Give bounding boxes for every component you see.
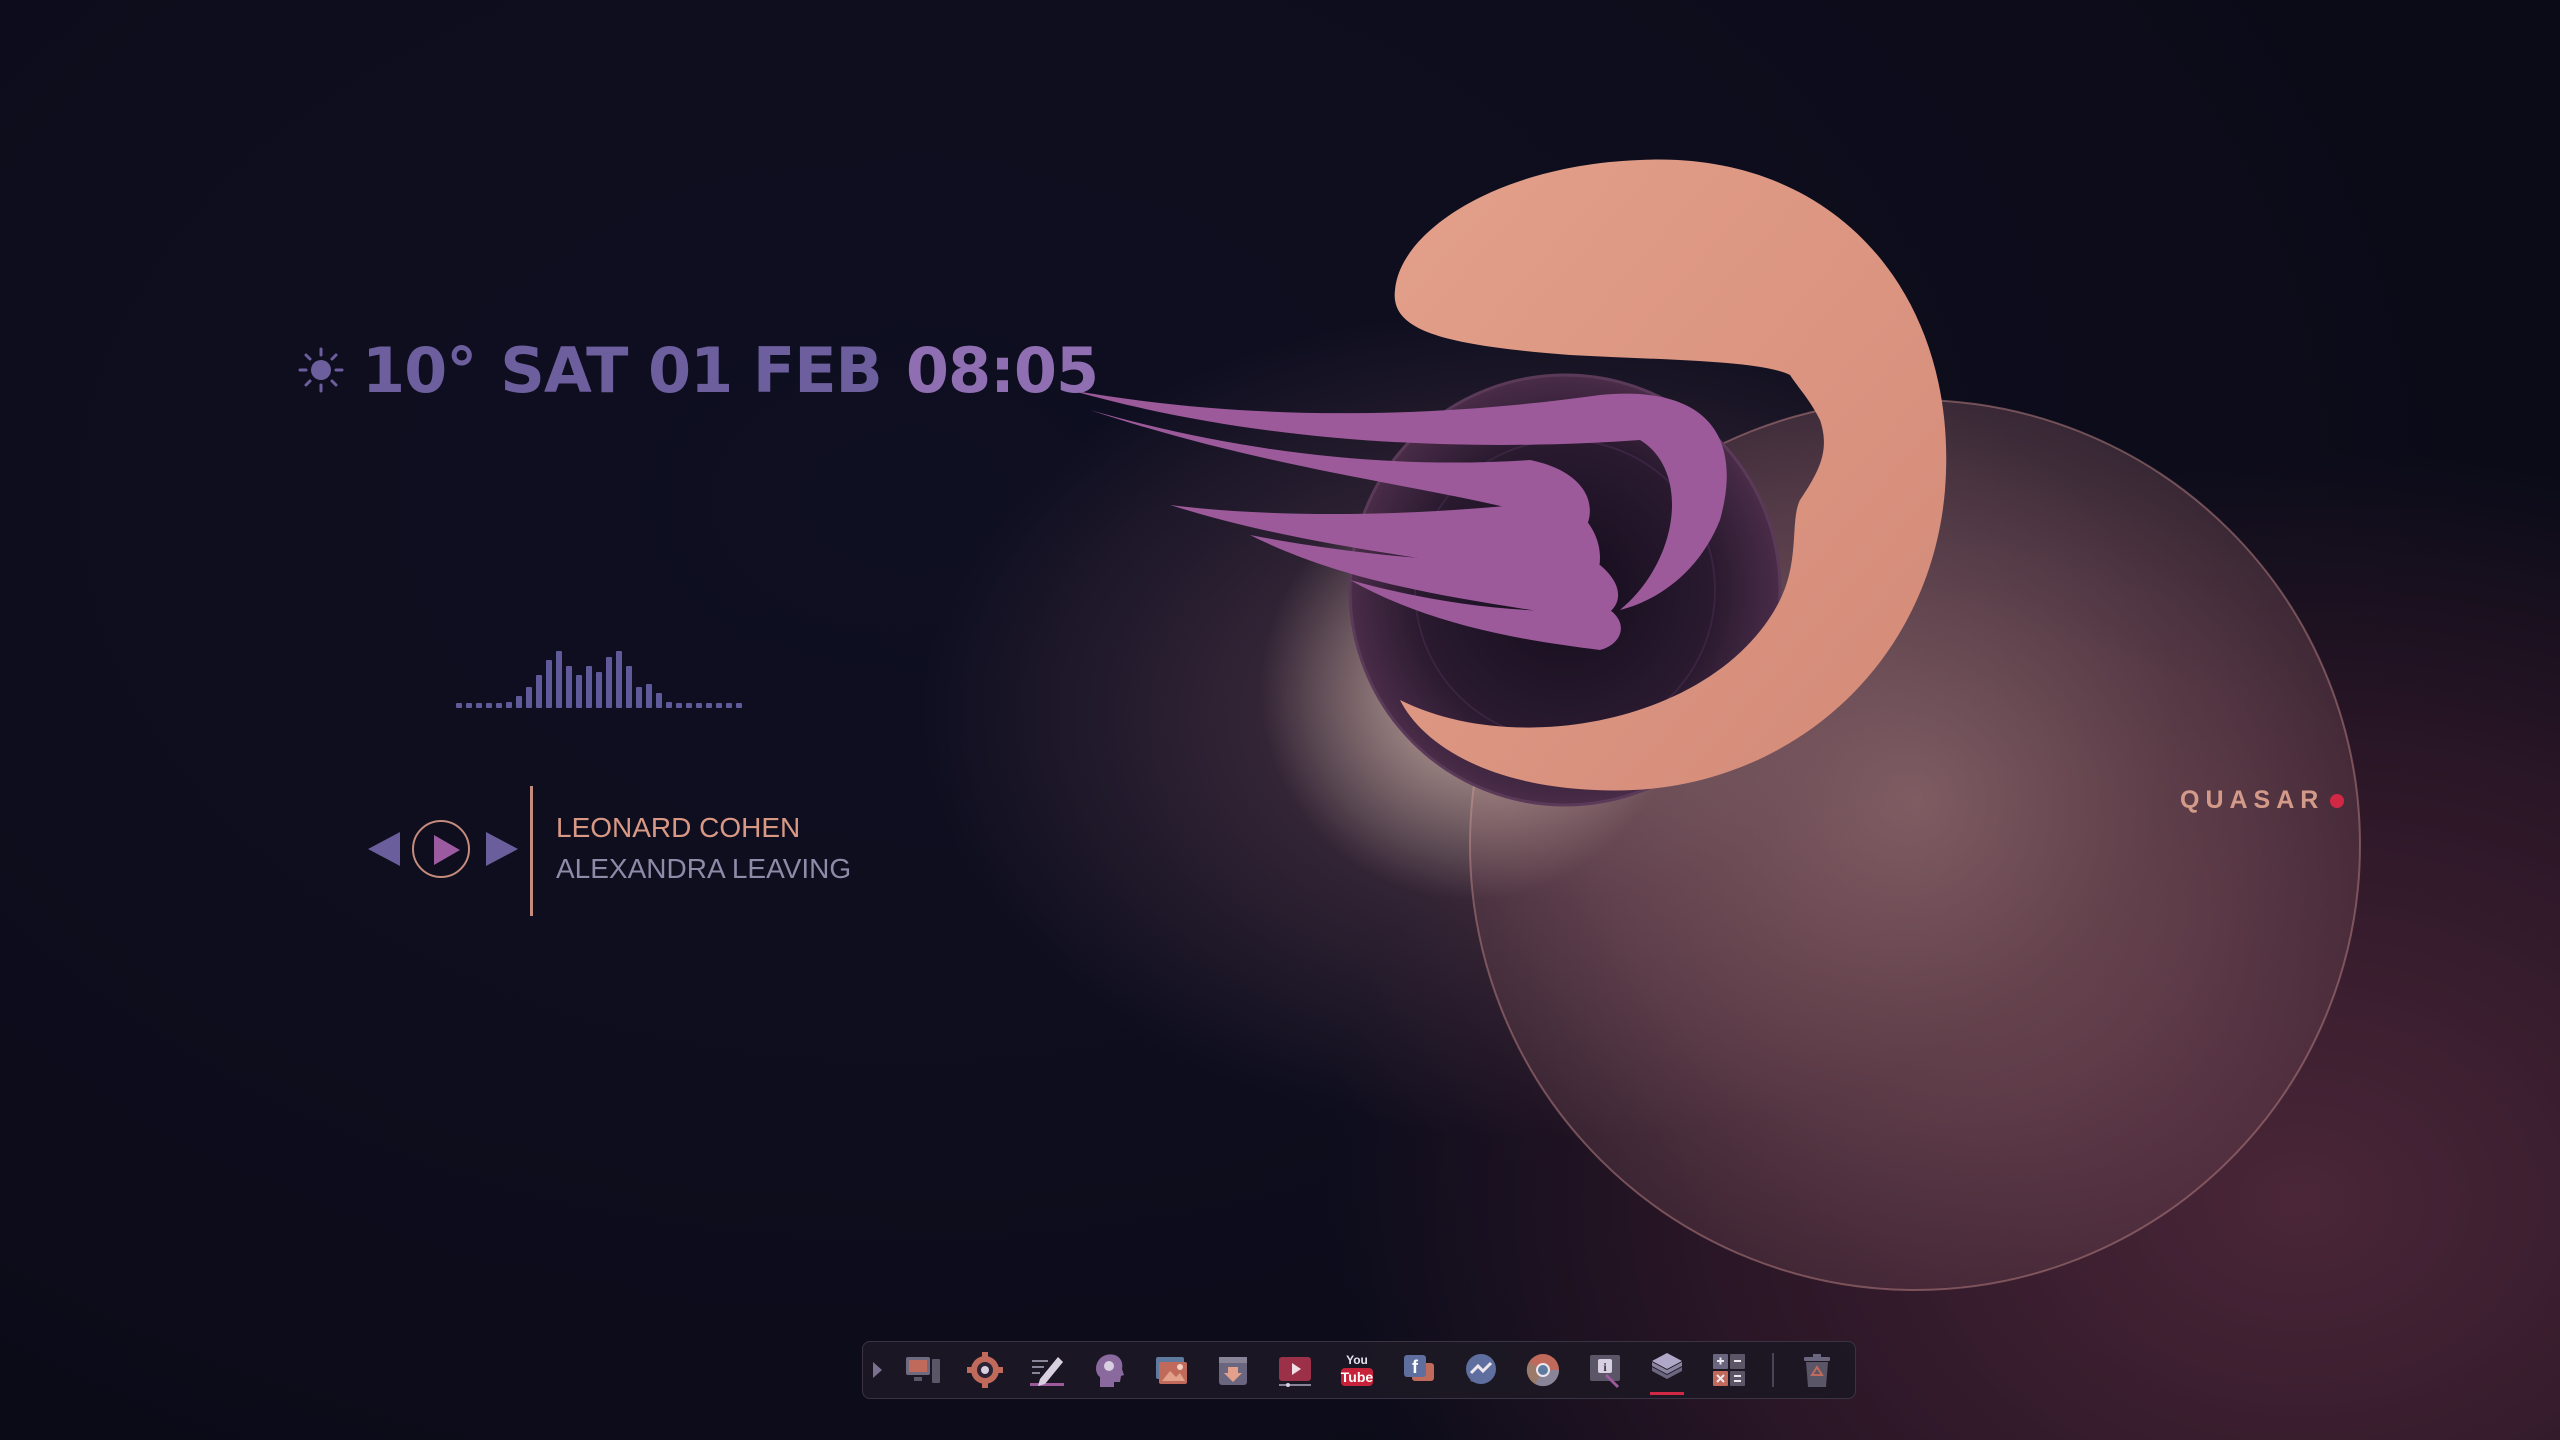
dock-item-youtube[interactable]: You Tube — [1332, 1345, 1382, 1395]
svg-text:f: f — [1412, 1357, 1419, 1377]
visualizer-bar — [726, 703, 732, 708]
crescent-moon — [1394, 159, 1947, 791]
dock-item-system-info[interactable]: i — [1580, 1345, 1630, 1395]
visualizer-bar — [536, 675, 542, 708]
media-player-icon — [1279, 1357, 1311, 1387]
visualizer-bar — [606, 657, 612, 708]
svg-text:Tube: Tube — [1341, 1369, 1374, 1385]
dark-orb — [1348, 373, 1782, 807]
play-button[interactable] — [412, 820, 470, 878]
audio-visualizer — [456, 640, 792, 708]
previous-icon[interactable] — [368, 832, 400, 866]
visualizer-bar — [716, 703, 722, 708]
gear-icon — [967, 1352, 1003, 1388]
date: SAT 01 FEB — [500, 333, 883, 407]
dock-item-assistant[interactable] — [1084, 1345, 1134, 1395]
visualizer-bar — [566, 666, 572, 708]
visualizer-bar — [476, 703, 482, 708]
clock-widget: 10° SAT 01 FEB 08:05 — [296, 330, 1099, 410]
dock-item-photos[interactable] — [1146, 1345, 1196, 1395]
layers-icon — [1652, 1353, 1682, 1379]
visualizer-bar — [676, 703, 682, 708]
visualizer-bar — [706, 703, 712, 708]
player-divider — [530, 786, 533, 916]
visualizer-bar — [506, 702, 512, 708]
visualizer-bar — [456, 703, 462, 708]
download-icon — [1219, 1357, 1247, 1385]
sun-icon — [298, 347, 344, 393]
info-icon: i — [1590, 1355, 1620, 1389]
visualizer-bar — [666, 702, 672, 708]
large-circle — [1469, 399, 2361, 1291]
temperature: 10° — [362, 333, 477, 407]
visualizer-bar — [546, 660, 552, 708]
dock-item-trash[interactable] — [1792, 1345, 1842, 1395]
visualizer-bar — [616, 651, 622, 708]
recycle-bin-icon — [1804, 1354, 1830, 1387]
light-glow — [1260, 480, 1680, 900]
dock-item-text-editor[interactable] — [1022, 1345, 1072, 1395]
visualizer-bar — [636, 687, 642, 708]
youtube-icon: You Tube — [1341, 1353, 1374, 1386]
wallpaper — [0, 0, 2560, 1440]
dock-item-calculator[interactable] — [1704, 1345, 1754, 1395]
visualizer-bar — [686, 703, 692, 708]
visualizer-bar — [646, 684, 652, 708]
computer-icon — [906, 1357, 940, 1383]
visualizer-bar — [576, 675, 582, 708]
chrome-icon — [1526, 1354, 1560, 1387]
next-icon[interactable] — [486, 832, 518, 866]
visualizer-bar — [586, 666, 592, 708]
dock-item-downloads[interactable] — [1208, 1345, 1258, 1395]
visualizer-bar — [496, 703, 502, 708]
track-artist: LEONARD COHEN — [556, 812, 801, 843]
dock-item-messenger[interactable] — [1456, 1345, 1506, 1395]
visualizer-bar — [696, 703, 702, 708]
visualizer-bar — [736, 703, 742, 708]
facebook-icon: f — [1404, 1355, 1434, 1381]
brand-logo: QUASAR — [2180, 786, 2345, 815]
track-title: ALEXANDRA LEAVING — [556, 853, 852, 884]
pencil-icon — [1030, 1357, 1064, 1386]
dock-item-media-player[interactable] — [1270, 1345, 1320, 1395]
dock-item-chrome[interactable] — [1518, 1345, 1568, 1395]
visualizer-bar — [526, 687, 532, 708]
dock-item-computer[interactable] — [898, 1345, 948, 1395]
brand-dot — [2330, 793, 2345, 808]
visualizer-bar — [466, 703, 472, 708]
wings — [1070, 390, 1727, 650]
visualizer-bar — [556, 651, 562, 708]
visualizer-bar — [486, 703, 492, 708]
visualizer-bar — [516, 696, 522, 708]
calculator-icon — [1713, 1354, 1745, 1386]
dock-item-facebook[interactable]: f — [1394, 1345, 1444, 1395]
visualizer-bar — [596, 672, 602, 708]
head-profile-icon — [1096, 1354, 1124, 1387]
visualizer-bar — [626, 666, 632, 708]
messenger-icon — [1466, 1354, 1496, 1384]
time: 08:05 — [905, 333, 1099, 407]
wallpaper-art — [1070, 159, 2361, 1291]
visualizer-bar — [656, 693, 662, 708]
dock-item-layers[interactable] — [1642, 1345, 1692, 1395]
dock-item-settings[interactable] — [960, 1345, 1010, 1395]
photos-icon — [1156, 1357, 1187, 1384]
play-icon — [434, 835, 460, 865]
svg-text:You: You — [1346, 1353, 1368, 1367]
dock-expand-icon[interactable] — [873, 1362, 882, 1378]
dock-separator — [1772, 1353, 1774, 1387]
brand-name: QUASAR — [2180, 786, 2325, 814]
dock: You Tube f i — [862, 1341, 1856, 1399]
